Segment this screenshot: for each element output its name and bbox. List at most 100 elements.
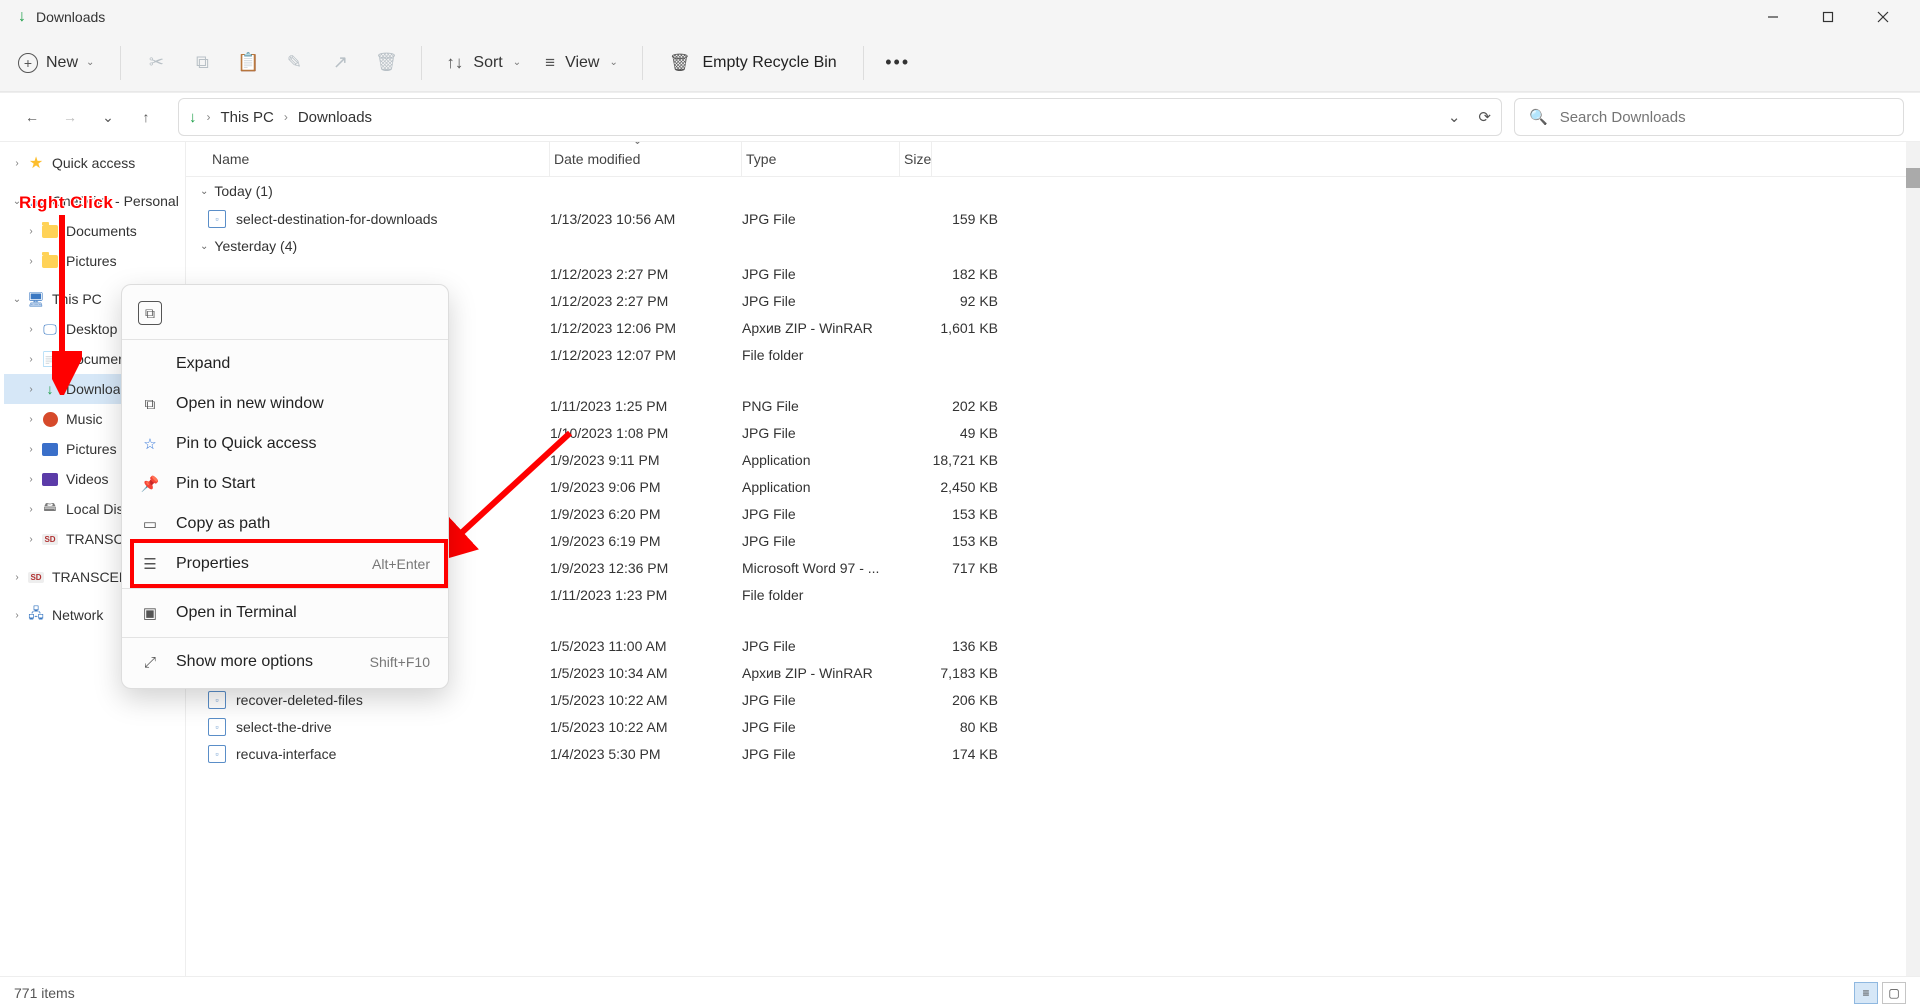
file-type: Архив ZIP - WinRAR bbox=[742, 320, 900, 336]
disk-icon: 🖴 bbox=[40, 499, 60, 519]
chevron-right-icon: › bbox=[207, 110, 211, 124]
address-row: ← → ⌄ ↑ ↓ › This PC › Downloads ⌄ ⟳ 🔍 bbox=[0, 92, 1920, 142]
nav-buttons: ← → ⌄ ↑ bbox=[16, 101, 166, 133]
separator bbox=[421, 46, 422, 80]
window-controls bbox=[1745, 0, 1910, 34]
file-size: 153 KB bbox=[900, 533, 998, 549]
file-size: 18,721 KB bbox=[900, 452, 998, 468]
file-size: 92 KB bbox=[900, 293, 998, 309]
file-size: 1,601 KB bbox=[900, 320, 998, 336]
file-size: 206 KB bbox=[900, 692, 998, 708]
column-size[interactable]: Size bbox=[900, 142, 932, 176]
new-button[interactable]: + New ⌄ bbox=[14, 49, 106, 77]
address-bar[interactable]: ↓ › This PC › Downloads ⌄ ⟳ bbox=[178, 98, 1502, 136]
tree-documents[interactable]: › Documents bbox=[4, 216, 185, 246]
column-headers: Name Date modified Type Size bbox=[186, 142, 1920, 177]
more-button[interactable]: ••• bbox=[878, 52, 918, 73]
group-header[interactable]: ⌄Yesterday (4) bbox=[186, 232, 1920, 260]
context-menu-show-more[interactable]: ⤢ Show more options Shift+F10 bbox=[122, 642, 448, 682]
history-button[interactable]: ⌄ bbox=[92, 101, 124, 133]
back-button[interactable]: ← bbox=[16, 101, 48, 133]
delete-button[interactable]: 🗑 bbox=[365, 43, 407, 83]
context-menu-copy-path[interactable]: ▭ Copy as path bbox=[122, 504, 448, 544]
rename-button[interactable]: ✎ bbox=[273, 43, 315, 83]
chevron-down-icon[interactable]: ⌄ bbox=[8, 294, 26, 305]
context-menu-expand[interactable]: Expand bbox=[122, 344, 448, 384]
search-input[interactable] bbox=[1560, 109, 1889, 126]
search-box[interactable]: 🔍 bbox=[1514, 98, 1904, 136]
pictures-icon bbox=[40, 439, 60, 459]
forward-button[interactable]: → bbox=[54, 101, 86, 133]
file-size: 7,183 KB bbox=[900, 665, 998, 681]
plus-icon: + bbox=[18, 53, 38, 73]
chevron-right-icon[interactable]: › bbox=[22, 226, 40, 237]
file-type: JPG File bbox=[742, 746, 900, 762]
sort-label: Sort bbox=[473, 54, 502, 72]
file-type: JPG File bbox=[742, 692, 900, 708]
context-menu-pin-start[interactable]: 📌 Pin to Start bbox=[122, 464, 448, 504]
copy-icon[interactable]: ⧉ bbox=[138, 301, 162, 325]
file-name: recover-deleted-files bbox=[236, 692, 363, 708]
share-button[interactable]: ↗ bbox=[319, 43, 361, 83]
copy-button[interactable]: ⧉ bbox=[181, 43, 223, 83]
file-row[interactable]: ▫recuva-interface1/4/2023 5:30 PMJPG Fil… bbox=[186, 740, 1920, 767]
file-size: 202 KB bbox=[900, 398, 998, 414]
file-size: 136 KB bbox=[900, 638, 998, 654]
file-date: 1/5/2023 11:00 AM bbox=[550, 638, 742, 654]
context-menu-properties[interactable]: ☰ Properties Alt+Enter bbox=[122, 544, 448, 584]
sort-button[interactable]: ↑↓ Sort ⌄ bbox=[436, 53, 531, 73]
more-icon: ⤢ bbox=[140, 652, 160, 672]
separator bbox=[120, 46, 121, 80]
path-icon: ▭ bbox=[140, 514, 160, 534]
column-date[interactable]: Date modified bbox=[550, 142, 742, 176]
trash-icon: 🗑 bbox=[669, 53, 691, 73]
status-bar: 771 items ≡ ▢ bbox=[0, 976, 1920, 1008]
chevron-down-icon: ⌄ bbox=[200, 186, 208, 197]
separator bbox=[122, 588, 448, 589]
file-row[interactable]: ▫select-the-drive1/5/2023 10:22 AMJPG Fi… bbox=[186, 713, 1920, 740]
maximize-button[interactable] bbox=[1800, 0, 1855, 34]
cut-button[interactable]: ✂ bbox=[135, 43, 177, 83]
group-header[interactable]: ⌄Today (1) bbox=[186, 177, 1920, 205]
context-menu-open-new-window[interactable]: ⧉ Open in new window bbox=[122, 384, 448, 424]
scrollbar[interactable] bbox=[1906, 142, 1920, 976]
breadcrumb-this-pc[interactable]: This PC bbox=[221, 109, 274, 126]
pc-icon: 🖥 bbox=[26, 289, 46, 309]
scrollbar-thumb[interactable] bbox=[1906, 168, 1920, 188]
chevron-right-icon[interactable]: › bbox=[22, 256, 40, 267]
up-button[interactable]: ↑ bbox=[130, 101, 162, 133]
sd-icon: SD bbox=[40, 529, 60, 549]
address-dropdown-button[interactable]: ⌄ bbox=[1448, 108, 1461, 126]
context-menu-pin-quick-access[interactable]: ☆ Pin to Quick access bbox=[122, 424, 448, 464]
sort-icon: ↑↓ bbox=[446, 53, 463, 73]
view-icon: ≡ bbox=[545, 53, 555, 73]
view-button[interactable]: ≡ View ⌄ bbox=[535, 53, 628, 73]
file-row[interactable]: ▫select-destination-for-downloads1/13/20… bbox=[186, 205, 1920, 232]
chevron-right-icon[interactable]: › bbox=[8, 158, 26, 169]
refresh-button[interactable]: ⟳ bbox=[1478, 108, 1491, 126]
context-menu-open-terminal[interactable]: ▣ Open in Terminal bbox=[122, 593, 448, 633]
new-label: New bbox=[46, 54, 78, 72]
empty-recycle-bin-button[interactable]: 🗑 Empty Recycle Bin bbox=[657, 53, 849, 73]
details-view-button[interactable]: ≡ bbox=[1854, 982, 1878, 1004]
close-button[interactable] bbox=[1855, 0, 1910, 34]
tree-pictures[interactable]: › Pictures bbox=[4, 246, 185, 276]
tree-quick-access[interactable]: › ★ Quick access bbox=[4, 148, 185, 178]
file-row[interactable]: ▫recover-deleted-files1/5/2023 10:22 AMJ… bbox=[186, 686, 1920, 713]
file-type: File folder bbox=[742, 587, 900, 603]
annotation-right-click-label: Right Click bbox=[19, 193, 113, 213]
properties-icon: ☰ bbox=[140, 554, 160, 574]
column-type[interactable]: Type bbox=[742, 142, 900, 176]
paste-button[interactable]: 📋 bbox=[227, 43, 269, 83]
large-icons-view-button[interactable]: ▢ bbox=[1882, 982, 1906, 1004]
file-date: 1/5/2023 10:22 AM bbox=[550, 692, 742, 708]
file-row[interactable]: 1/12/2023 2:27 PMJPG File182 KB bbox=[186, 260, 1920, 287]
file-date: 1/5/2023 10:22 AM bbox=[550, 719, 742, 735]
breadcrumb-downloads[interactable]: Downloads bbox=[298, 109, 372, 126]
column-name[interactable]: Name bbox=[208, 142, 550, 176]
file-name: select-destination-for-downloads bbox=[236, 211, 438, 227]
file-size: 80 KB bbox=[900, 719, 998, 735]
minimize-button[interactable] bbox=[1745, 0, 1800, 34]
jpg-file-icon: ▫ bbox=[208, 718, 226, 736]
context-menu-quick-actions: ⧉ bbox=[122, 291, 448, 335]
